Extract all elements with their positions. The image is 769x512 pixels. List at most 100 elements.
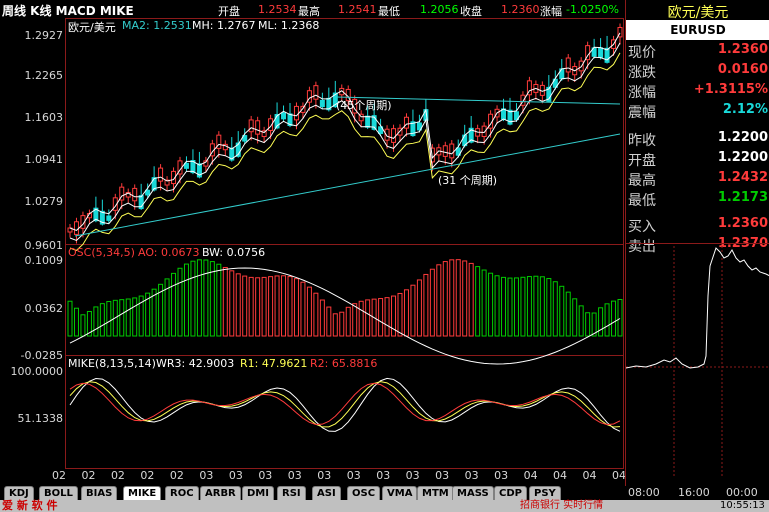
x-tick: 02 xyxy=(110,469,125,482)
osc-bar xyxy=(403,289,409,337)
osc-bar xyxy=(397,292,403,337)
quote-row: 开盘 1.2200 xyxy=(626,150,769,170)
osc-bar xyxy=(436,264,442,337)
osc-bar xyxy=(235,273,241,337)
quote-value: 1.2360 xyxy=(717,216,768,231)
tab-asi[interactable]: ASI xyxy=(312,486,341,501)
time-label: 08:00 xyxy=(628,486,660,499)
kline-chart[interactable] xyxy=(0,0,625,486)
kline-legend-name: 欧元/美元 xyxy=(68,21,116,34)
ml-label: ML: 1.2368 xyxy=(258,19,320,32)
open-value: 1.2534 xyxy=(258,3,297,16)
change-label: 涨幅 xyxy=(540,5,562,18)
osc-bar xyxy=(80,314,86,337)
candle-body xyxy=(183,162,189,169)
osc-bar xyxy=(455,259,461,337)
osc-bars xyxy=(67,259,623,365)
y-tick: 1.1603 xyxy=(24,111,64,124)
quote-label: 昨收 xyxy=(628,133,656,149)
quote-label: 开盘 xyxy=(628,153,656,169)
osc-bar xyxy=(565,291,571,337)
osc-bar xyxy=(345,306,351,337)
mike-y-tick: 51.1338 xyxy=(17,412,64,425)
osc-bar xyxy=(488,272,494,337)
osc-bar xyxy=(552,281,558,337)
x-tick: 03 xyxy=(199,469,214,482)
osc-bar xyxy=(546,278,552,337)
x-tick: 04 xyxy=(582,469,597,482)
ao-label: AO: 0.0673 xyxy=(138,246,200,259)
tab-mass[interactable]: MASS xyxy=(452,486,494,501)
tab-arbr[interactable]: ARBR xyxy=(200,486,241,501)
x-tick: 03 xyxy=(228,469,243,482)
osc-bar xyxy=(617,298,623,337)
tab-mike[interactable]: MIKE xyxy=(123,486,162,501)
osc-bar xyxy=(209,261,215,337)
ma2-label: MA2: 1.2531 xyxy=(122,19,192,32)
osc-bar xyxy=(462,260,468,337)
x-tick: 04 xyxy=(523,469,538,482)
osc-bar xyxy=(611,300,617,337)
time-label: 00:00 xyxy=(726,486,758,499)
quote-label: 涨跌 xyxy=(628,65,656,81)
close-value: 1.2360 xyxy=(501,3,540,16)
osc-bar xyxy=(306,286,312,337)
tab-psy[interactable]: PSY xyxy=(529,486,561,501)
osc-bar xyxy=(132,297,138,337)
status-time: 10:55:13 xyxy=(720,500,765,511)
osc-bar xyxy=(598,307,604,337)
tab-rsi[interactable]: RSI xyxy=(277,486,306,501)
tab-dmi[interactable]: DMI xyxy=(242,486,274,501)
instrument-code: EURUSD xyxy=(626,20,769,40)
candle-body xyxy=(281,112,287,120)
quote-value: 1.2200 xyxy=(717,150,768,165)
osc-y-tick: -0.0285 xyxy=(20,349,63,362)
y-tick: 1.2927 xyxy=(24,29,64,42)
status-feed: 招商银行 实时行情 xyxy=(520,500,604,511)
mh-label: MH: 1.2767 xyxy=(192,19,256,32)
osc-bar xyxy=(494,275,500,337)
tab-vma[interactable]: VMA xyxy=(382,486,418,501)
candle-body xyxy=(132,187,138,202)
chart-area: 周线 K线 MACD MIKE 开盘 1.2534 最高 1.2541 最低 1… xyxy=(0,0,626,486)
candle-body xyxy=(73,221,79,235)
x-tick: 03 xyxy=(287,469,302,482)
candle-body xyxy=(449,143,455,159)
osc-bar xyxy=(416,279,422,337)
tab-cdp[interactable]: CDP xyxy=(494,486,527,501)
quote-label: 涨幅 xyxy=(628,85,656,101)
osc-bar xyxy=(268,276,274,337)
x-tick: 03 xyxy=(376,469,391,482)
osc-bar xyxy=(300,281,306,337)
osc-bar xyxy=(119,299,125,337)
y-tick: 1.0279 xyxy=(24,195,64,208)
mike-lines xyxy=(69,377,621,432)
tab-osc[interactable]: OSC xyxy=(347,486,381,501)
osc-bar xyxy=(326,306,332,337)
candle-body xyxy=(293,105,299,121)
osc-bar xyxy=(261,276,267,337)
osc-bar xyxy=(585,312,591,337)
tab-bias[interactable]: BIAS xyxy=(81,486,118,501)
osc-bar xyxy=(255,277,261,337)
intraday-chart[interactable] xyxy=(626,246,769,476)
app-brand: 爱 新 软 件 xyxy=(2,499,58,512)
x-tick: 03 xyxy=(435,469,450,482)
osc-bar xyxy=(319,299,325,337)
wr3-label: WR3: 42.9003 xyxy=(156,357,235,370)
x-tick: 03 xyxy=(258,469,273,482)
osc-bar xyxy=(533,275,539,337)
indicator-tabs: KDJ BOLL BIAS MIKE ROC ARBR DMI RSI ASI OSC VMA MTM… xyxy=(0,486,625,501)
instrument-name: 欧元/美元 xyxy=(667,5,729,21)
trend-lines xyxy=(74,96,621,237)
tab-mtm[interactable]: MTM xyxy=(417,486,454,501)
osc-bar xyxy=(171,272,177,337)
osc-bar xyxy=(507,277,513,337)
osc-bar xyxy=(352,303,358,337)
osc-bar xyxy=(248,276,254,337)
osc-bar xyxy=(67,300,73,337)
close-label: 收盘 xyxy=(460,5,482,18)
quote-label: 买入 xyxy=(628,219,656,235)
tab-roc[interactable]: ROC xyxy=(165,486,199,501)
mike-y-tick: 100.0000 xyxy=(10,365,64,378)
